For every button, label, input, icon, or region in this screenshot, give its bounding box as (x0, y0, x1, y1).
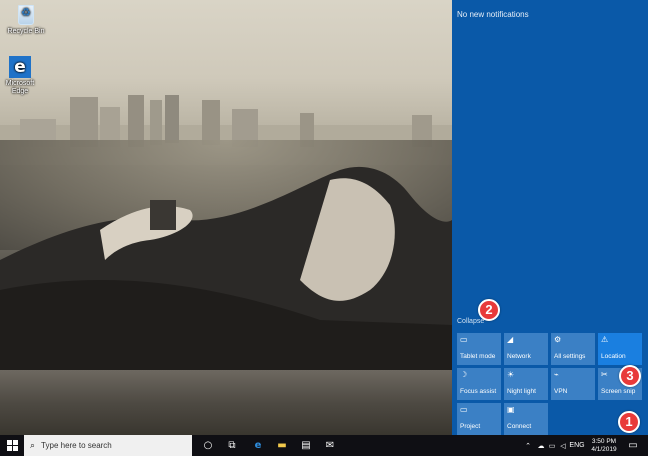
callout-badge-2: 2 (478, 299, 500, 321)
tile-connect[interactable]: ▣ Connect (504, 403, 548, 435)
mail-icon: ✉ (325, 440, 335, 451)
couch (0, 370, 452, 435)
callout-badge-1: 1 (618, 411, 640, 433)
tray-language[interactable]: ENG (569, 435, 585, 456)
action-center-button[interactable]: ▭ (624, 435, 642, 456)
tile-label: Location (601, 353, 626, 360)
desktop-icon-recycle-bin[interactable]: Recycle Bin (4, 4, 48, 36)
collapse-link[interactable]: Collapse (457, 318, 484, 325)
settings-icon: ⚙ (554, 335, 562, 344)
tile-label: All settings (554, 353, 586, 360)
show-hidden-icons[interactable]: ⌃ (522, 435, 534, 456)
store-icon: ▤ (301, 440, 311, 451)
tile-label: Network (507, 353, 531, 360)
network-icon: ▭ (548, 442, 556, 450)
desktop-icon-label: Recycle Bin (7, 28, 45, 35)
project-icon: ▭ (460, 405, 468, 414)
taskbar: ⌕ Type here to search ○ ⧉ e ▬ ▤ ✉ ⌃ ☁ ▭ … (0, 435, 648, 456)
location-icon: ⚠ (601, 335, 609, 344)
tile-label: VPN (554, 388, 568, 395)
sun-icon: ☀ (507, 370, 515, 379)
moon-icon: ☽ (460, 370, 468, 379)
no-notifications-text: No new notifications (457, 10, 529, 19)
notification-icon: ▭ (628, 440, 638, 451)
tile-project[interactable]: ▭ Project (457, 403, 501, 435)
chevron-up-icon: ⌃ (525, 442, 531, 450)
taskbar-search-box[interactable]: ⌕ Type here to search (24, 435, 192, 456)
speaker-icon: ◁ (560, 442, 566, 450)
edge-icon: e (9, 56, 31, 78)
cortana-button[interactable]: ○ (196, 435, 220, 456)
taskbar-store[interactable]: ▤ (294, 435, 318, 456)
start-button[interactable] (0, 435, 24, 456)
tray-onedrive[interactable]: ☁ (536, 435, 546, 456)
language-label: ENG (569, 442, 585, 449)
clock-date: 4/1/2019 (591, 445, 617, 453)
clock-time: 3:50 PM (591, 437, 617, 445)
tile-network[interactable]: ◢ Network (504, 333, 548, 365)
taskbar-mail[interactable]: ✉ (318, 435, 342, 456)
tray-volume[interactable]: ◁ (558, 435, 568, 456)
tablet-mode-icon: ▭ (460, 335, 468, 344)
taskbar-clock[interactable]: 3:50 PM 4/1/2019 (586, 435, 622, 456)
tray-network[interactable]: ▭ (547, 435, 557, 456)
tile-night-light[interactable]: ☀ Night light (504, 368, 548, 400)
tile-all-settings[interactable]: ⚙ All settings (551, 333, 595, 365)
search-icon: ⌕ (30, 440, 36, 451)
tile-label: Project (460, 423, 481, 430)
scissors-icon: ✂ (601, 370, 608, 379)
connect-icon: ▣ (507, 405, 515, 414)
action-center-panel: No new notifications Collapse ▭ Tablet m… (452, 0, 648, 435)
folder-icon: ▬ (277, 440, 287, 451)
recycle-bin-icon (15, 4, 37, 26)
tile-tablet-mode[interactable]: ▭ Tablet mode (457, 333, 501, 365)
taskbar-edge[interactable]: e (246, 435, 270, 456)
cloud-icon: ☁ (537, 442, 545, 450)
desktop-icon-edge[interactable]: e Microsoft Edge (0, 56, 42, 96)
cortana-icon: ○ (203, 440, 213, 451)
task-view-icon: ⧉ (228, 440, 236, 451)
tile-label: Screen snip (601, 388, 636, 395)
callout-badge-3: 3 (619, 365, 641, 387)
task-view-button[interactable]: ⧉ (220, 435, 244, 456)
tile-label: Tablet mode (460, 353, 496, 360)
tile-vpn[interactable]: ⌁ VPN (551, 368, 595, 400)
tile-focus-assist[interactable]: ☽ Focus assist (457, 368, 501, 400)
vpn-icon: ⌁ (554, 370, 559, 379)
desktop-wallpaper: Recycle Bin e Microsoft Edge (0, 0, 452, 435)
tile-label: Focus assist (460, 388, 497, 395)
tile-label: Connect (507, 423, 532, 430)
network-icon: ◢ (507, 335, 514, 344)
search-placeholder: Type here to search (41, 441, 112, 450)
taskbar-file-explorer[interactable]: ▬ (270, 435, 294, 456)
desktop-icon-label: Microsoft Edge (5, 80, 35, 95)
tile-label: Night light (507, 388, 536, 395)
windows-logo-icon (6, 440, 18, 451)
tile-location[interactable]: ⚠ Location (598, 333, 642, 365)
edge-icon: e (254, 440, 262, 451)
